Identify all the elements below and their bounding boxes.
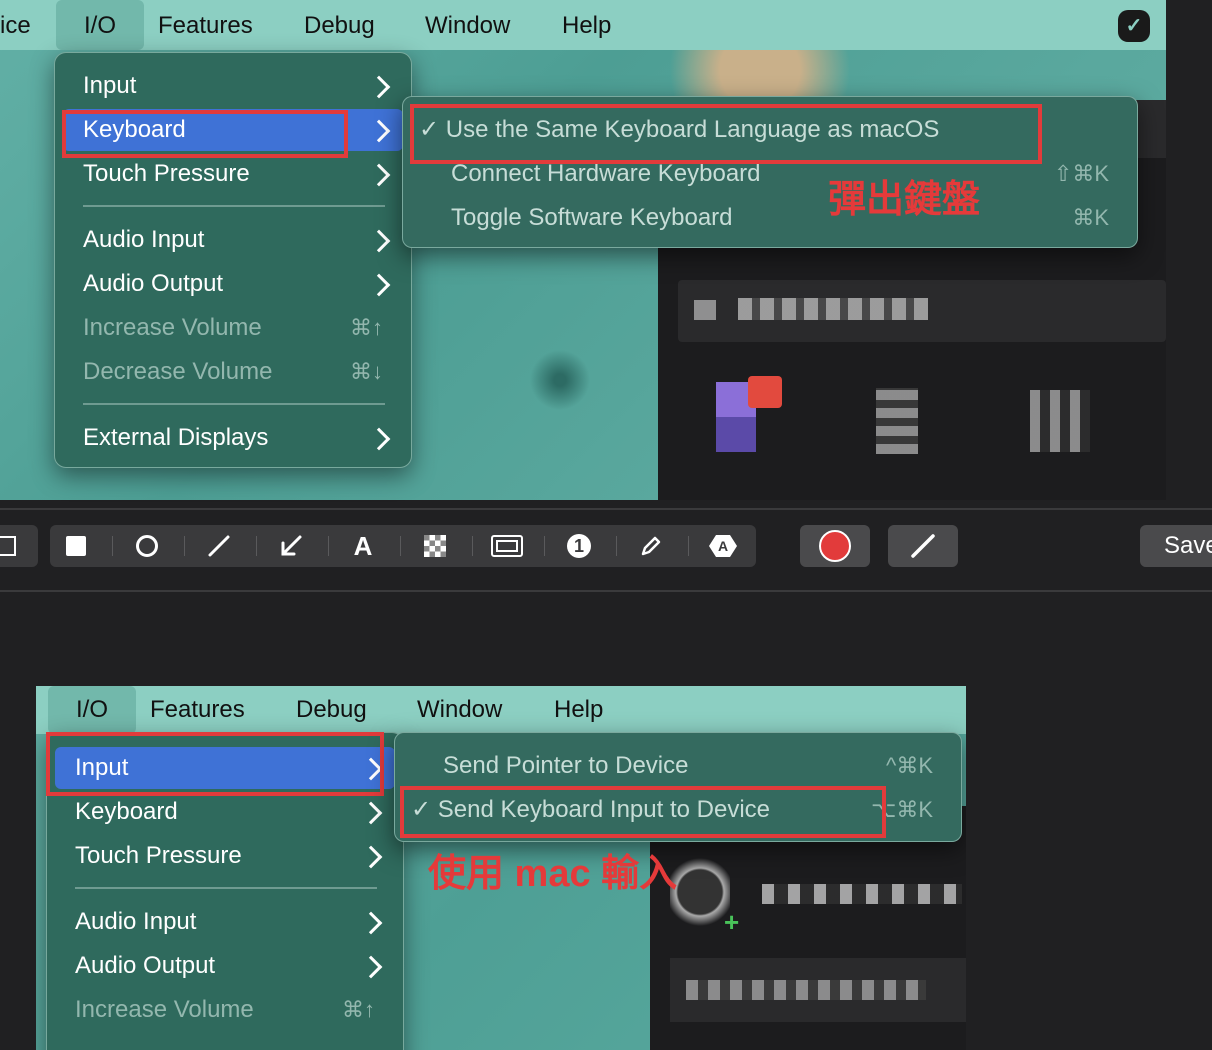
shortcut-label: ^⌘K [886, 753, 933, 778]
line-tool[interactable] [199, 525, 239, 567]
chevron-right-icon [359, 955, 383, 979]
rectangle-frame-icon [491, 535, 523, 557]
top-screenshot: ice I/O Features Debug Window Help ✓ Inp… [0, 0, 1212, 508]
translate-tool[interactable]: A [703, 525, 743, 567]
text-icon[interactable]: A [343, 525, 383, 567]
menubar-item-window[interactable]: Window [425, 0, 510, 50]
annotation-box-keyboard [62, 110, 348, 158]
menu-item-audio-output[interactable]: Audio Output [83, 263, 223, 305]
bottom-screenshot: + I/O Features Debug Window Help Input K… [36, 686, 966, 1050]
menubar-item-features[interactable]: Features [150, 686, 245, 736]
plus-icon: + [724, 907, 740, 937]
rectangle-tool-icon[interactable] [0, 536, 16, 556]
menubar-item-io[interactable]: I/O [48, 686, 136, 734]
color-swatch-icon [819, 530, 851, 562]
menu-item-decrease-volume: Decrease Volume [83, 358, 273, 385]
blurred-row [678, 280, 1166, 342]
counter-icon: 1 [567, 534, 591, 558]
annotation-box-send-keyboard [400, 786, 886, 838]
pencil-tool[interactable] [631, 525, 671, 567]
menubar-item-debug[interactable]: Debug [304, 0, 375, 50]
menu-item-toggle-software-keyboard[interactable]: Toggle Software Keyboard [451, 197, 733, 239]
chevron-right-icon [359, 801, 383, 825]
filled-square-tool[interactable] [56, 525, 96, 567]
blurred-app-icon [876, 388, 918, 454]
menubar-item-debug[interactable]: Debug [296, 686, 367, 736]
tool-group-main: A 1 A [50, 525, 756, 567]
highlight-tool[interactable] [487, 525, 527, 567]
circle-icon [136, 535, 158, 557]
filled-square-icon [66, 536, 86, 556]
menu-item-audio-input[interactable]: Audio Input [75, 901, 196, 943]
pencil-icon [641, 536, 661, 556]
menubar-item-help[interactable]: Help [554, 686, 603, 736]
pixelate-tool[interactable] [415, 525, 455, 567]
menu-item-increase-volume: Increase Volume [75, 996, 254, 1023]
menu-item-input[interactable]: Input [83, 65, 136, 107]
shortcut-label: ⌘↑ [342, 997, 375, 1022]
counter-tool[interactable]: 1 [559, 525, 599, 567]
chevron-right-icon [367, 163, 391, 187]
menu-item-increase-volume: Increase Volume [83, 314, 262, 341]
menubar: I/O Features Debug Window Help [36, 686, 966, 734]
menubar-item-io[interactable]: I/O [56, 0, 144, 50]
arrow-icon [281, 535, 302, 556]
chevron-right-icon [359, 845, 383, 869]
svg-text:A: A [718, 538, 728, 554]
menu-item-audio-output[interactable]: Audio Output [75, 945, 215, 987]
menu-separator [83, 205, 385, 207]
chevron-right-icon [367, 273, 391, 297]
menu-separator [83, 403, 385, 405]
menu-item-keyboard[interactable]: Keyboard [75, 791, 178, 833]
stroke-width-button[interactable] [888, 525, 958, 567]
circle-tool[interactable] [127, 525, 167, 567]
tool-group-left [0, 525, 38, 567]
chevron-right-icon [367, 75, 391, 99]
chevron-right-icon [367, 427, 391, 451]
arrow-tool[interactable] [271, 525, 311, 567]
shortcut-label: ⌘↓ [350, 359, 383, 384]
chevron-right-icon [367, 229, 391, 253]
annotation-toolbar: A 1 A Save [0, 508, 1212, 592]
blurred-row [670, 958, 966, 1022]
shortcut-label: ⌘K [1072, 205, 1109, 230]
annotation-text-use-mac-input: 使用 mac 輸入 [428, 853, 678, 895]
menu-item-external-displays[interactable]: External Displays [83, 417, 268, 459]
translate-icon: A [709, 535, 737, 557]
menu-item-touch-pressure[interactable]: Touch Pressure [83, 153, 250, 195]
menubar-item-help[interactable]: Help [562, 0, 611, 50]
stroke-width-icon [911, 534, 935, 558]
shortcut-label: ⇧⌘K [1053, 161, 1109, 186]
pixelate-icon [424, 535, 446, 557]
menubar: ice I/O Features Debug Window Help ✓ [0, 0, 1166, 50]
blurred-avatar [670, 852, 730, 932]
color-picker-button[interactable] [800, 525, 870, 567]
line-icon [208, 535, 230, 557]
chevron-right-icon [359, 911, 383, 935]
menu-item-send-pointer[interactable]: Send Pointer to Device [443, 745, 688, 787]
menu-separator [75, 887, 377, 889]
menubar-item-window[interactable]: Window [417, 686, 502, 736]
menubar-item-features[interactable]: Features [158, 0, 253, 50]
status-check-icon[interactable]: ✓ [1118, 10, 1150, 42]
annotation-text-popup-keyboard: 彈出鍵盤 [828, 179, 981, 221]
blurred-app-icon [1030, 390, 1090, 452]
menubar-item-partial[interactable]: ice [0, 0, 31, 50]
menu-item-audio-input[interactable]: Audio Input [83, 219, 204, 261]
save-button[interactable]: Save [1140, 525, 1212, 567]
annotation-box-input [46, 732, 384, 796]
menu-item-touch-pressure[interactable]: Touch Pressure [75, 835, 242, 877]
annotation-box-same-language [410, 104, 1042, 164]
shortcut-label: ⌘↑ [350, 315, 383, 340]
